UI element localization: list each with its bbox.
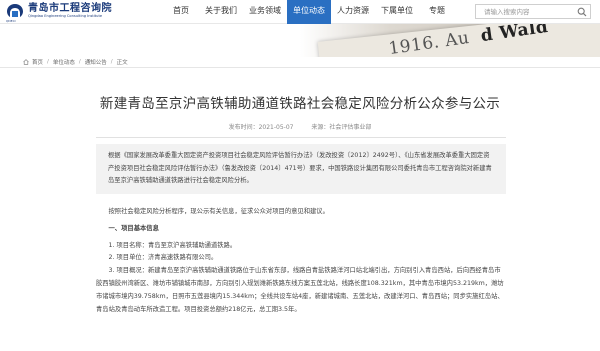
article-meta: 发布时间：2021-05-07 来源：社会评估事业部 [0, 122, 600, 131]
article-summary-box: 根据《国家发展改革委重大固定资产投资项目社会稳定风险评估暂行办法》（发改投资〔2… [96, 144, 506, 194]
project-unit-item: 2. 项目单位：济青高速铁路有限公司。 [108, 254, 218, 262]
top-header: QDECI 青岛市工程咨询院 Qingdao Engineering Consu… [0, 0, 600, 24]
breadcrumb-separator: / [47, 58, 49, 65]
title-divider [96, 137, 506, 138]
intro-paragraph: 按照社会稳定风险分析程序，现公示有关信息，征求公众对项目的意见和建议。 [108, 208, 329, 215]
article-source: 来源：社会评估事业部 [311, 124, 372, 131]
site-logo[interactable]: QDECI 青岛市工程咨询院 Qingdao Engineering Consu… [6, 3, 112, 23]
section-heading: 一、项目基本信息 [108, 224, 159, 232]
nav-unit-news[interactable]: 单位动态 [287, 0, 331, 24]
breadcrumb-separator: / [78, 58, 81, 65]
nav-about[interactable]: 关于我们 [199, 0, 243, 24]
breadcrumb-home[interactable]: 首页 [32, 58, 43, 66]
breadcrumb-unit-news[interactable]: 单位动态 [53, 58, 75, 66]
breadcrumb: 首页 / 单位动态 / 通知公告 / 正文 [23, 56, 128, 67]
logo-emblem-icon: QDECI [6, 3, 24, 23]
nav-topics[interactable]: 专题 [419, 0, 455, 24]
nav-hr[interactable]: 人力资源 [331, 0, 375, 24]
breadcrumb-current: 正文 [116, 59, 128, 66]
main-nav: 首页 关于我们 业务领域 单位动态 人力资源 下属单位 专题 [163, 0, 455, 24]
page-banner: 1916. Au d Wald [0, 24, 600, 57]
search-box [475, 4, 591, 19]
logo-short: QDECI [6, 19, 16, 23]
logo-chinese-name: 青岛市工程咨询院 [28, 3, 112, 15]
search-input[interactable] [476, 5, 574, 18]
project-name-item: 1. 项目名称：青岛至京沪高铁辅助通道铁路。 [108, 241, 237, 249]
nav-business[interactable]: 业务领域 [243, 0, 287, 24]
breadcrumb-divider [0, 67, 600, 68]
nav-subsidiaries[interactable]: 下属单位 [375, 0, 419, 24]
nav-home[interactable]: 首页 [163, 0, 199, 24]
publish-time: 发布时间：2021-05-07 [228, 124, 294, 131]
breadcrumb-notices[interactable]: 通知公告 [85, 58, 107, 66]
breadcrumb-separator: / [110, 58, 113, 65]
article-title: 新建青岛至京沪高铁辅助通道铁路社会稳定风险分析公众参与公示 [99, 96, 501, 112]
project-overview-item: 3. 项目概况：新建青岛至京沪高铁辅助通道铁路位于山东省东部，线路自青盐铁路洋河… [96, 267, 504, 313]
home-icon [23, 58, 29, 65]
summary-text: 根据《国家发展改革委重大固定资产投资项目社会稳定风险评估暂行办法》（发改投资〔2… [108, 152, 492, 184]
search-icon[interactable] [577, 7, 587, 17]
logo-english-name: Qingdao Engineering Consulting Institute [28, 14, 103, 19]
article-body: 按照社会稳定风险分析程序，现公示有关信息，征求公众对项目的意见和建议。 一、项目… [96, 206, 506, 316]
